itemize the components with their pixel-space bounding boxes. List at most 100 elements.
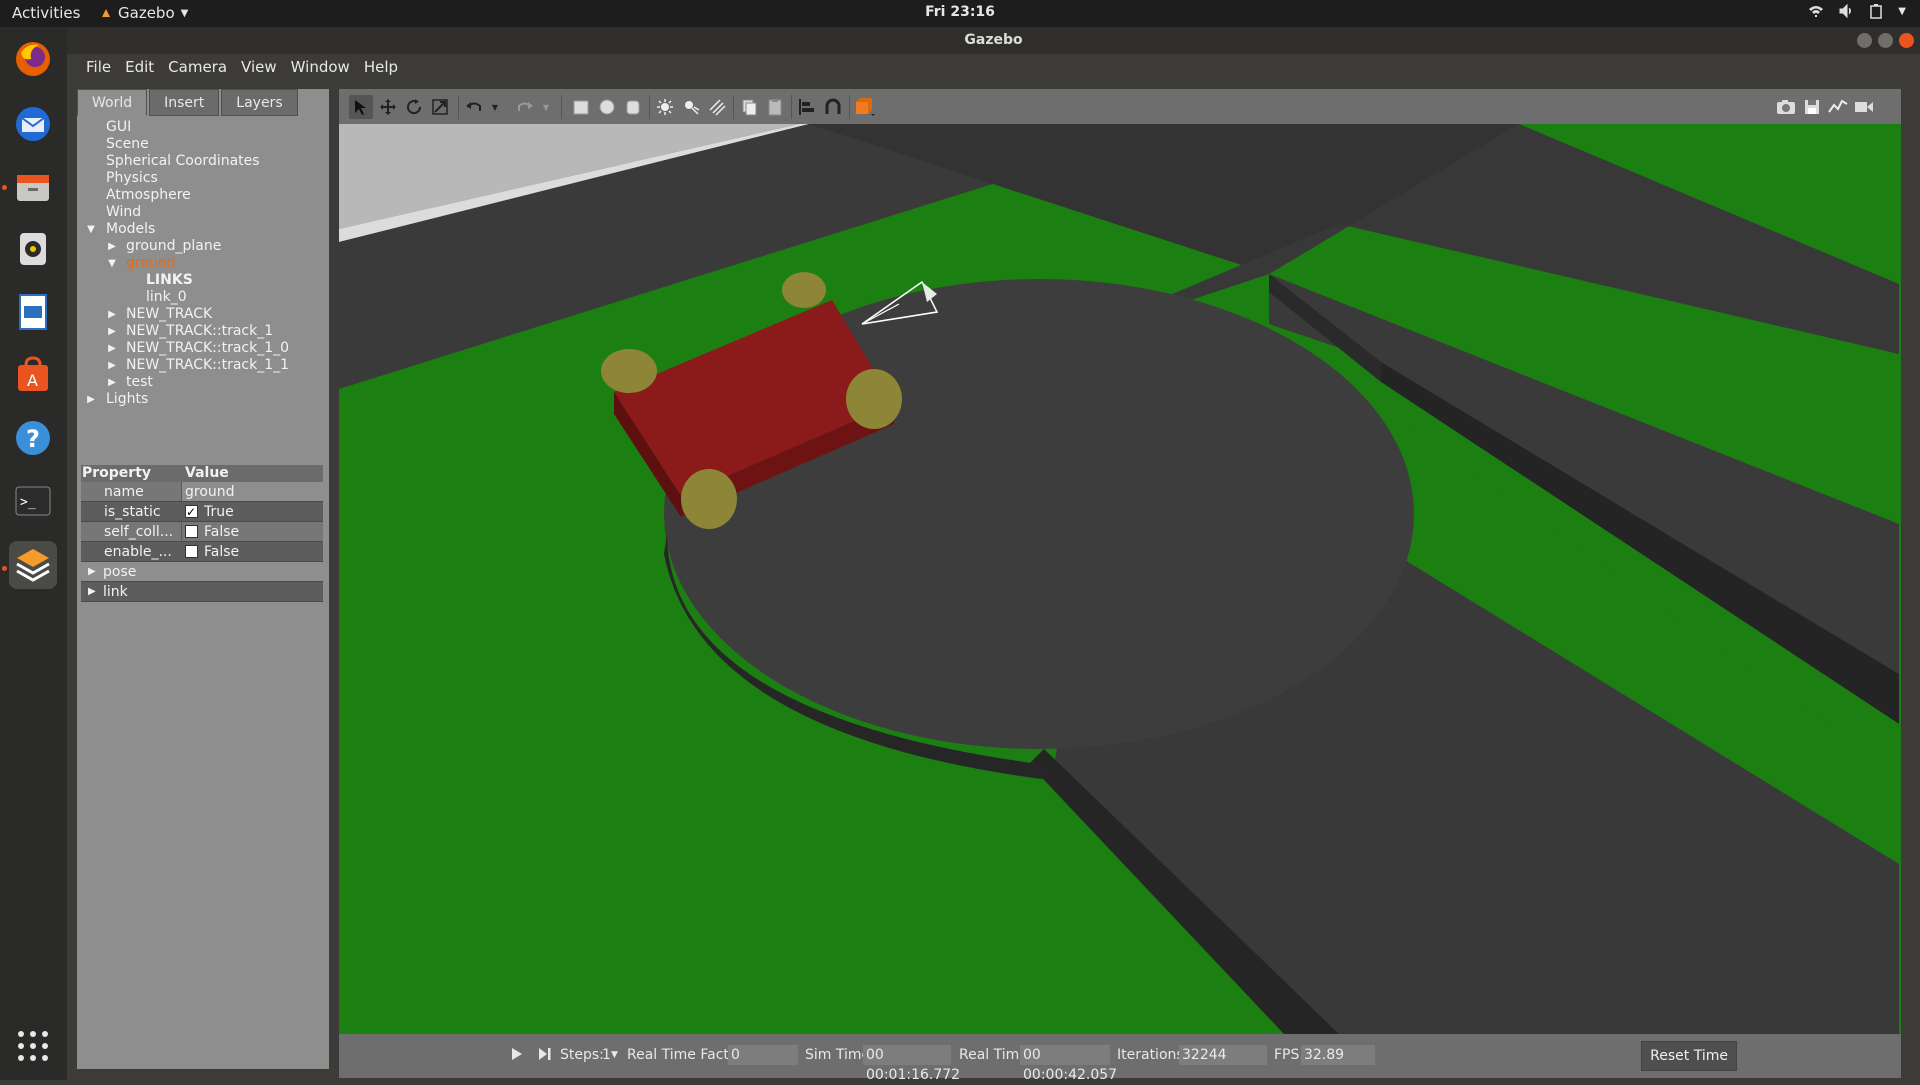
menu-edit[interactable]: Edit bbox=[118, 54, 161, 80]
translate-mode-icon[interactable] bbox=[376, 95, 400, 119]
collapse-arrow-icon[interactable]: ▶ bbox=[107, 238, 117, 255]
help-icon[interactable]: ? bbox=[9, 414, 57, 462]
tree-item-track-1-0[interactable]: ▶ NEW_TRACK::track_1_0 bbox=[77, 340, 329, 357]
tree-item-track-1-1[interactable]: ▶ NEW_TRACK::track_1_1 bbox=[77, 357, 329, 374]
rhythmbox-icon[interactable] bbox=[9, 225, 57, 273]
play-button[interactable] bbox=[511, 1047, 523, 1065]
screenshot-icon[interactable] bbox=[1774, 95, 1798, 119]
record-video-icon[interactable] bbox=[1852, 95, 1876, 119]
box-shape-icon[interactable] bbox=[569, 95, 593, 119]
paste-icon[interactable] bbox=[763, 95, 787, 119]
plot-icon[interactable] bbox=[1826, 95, 1850, 119]
enable-wind-checkbox[interactable] bbox=[185, 545, 198, 558]
title-bar[interactable]: Gazebo bbox=[67, 27, 1920, 54]
show-applications-icon[interactable] bbox=[9, 1022, 57, 1070]
iterations-value: 32244 bbox=[1179, 1045, 1267, 1065]
property-group-link[interactable]: ▶ link bbox=[81, 582, 323, 602]
menu-camera[interactable]: Camera bbox=[161, 54, 234, 80]
maximize-button[interactable] bbox=[1878, 33, 1893, 48]
menu-window[interactable]: Window bbox=[284, 54, 357, 80]
undo-history-chevron-icon[interactable]: ▼ bbox=[488, 95, 502, 119]
is-static-checkbox[interactable] bbox=[185, 502, 198, 522]
redo-history-chevron-icon[interactable]: ▼ bbox=[539, 95, 553, 119]
clock[interactable]: Fri 23:16 bbox=[0, 4, 1920, 20]
steps-value[interactable]: 1 bbox=[602, 1047, 611, 1063]
property-name: name bbox=[81, 482, 181, 501]
files-icon[interactable] bbox=[9, 163, 57, 211]
collapse-arrow-icon[interactable]: ▶ bbox=[107, 340, 117, 357]
snap-icon[interactable] bbox=[821, 95, 845, 119]
sphere-shape-icon[interactable] bbox=[595, 95, 619, 119]
steps-chevron-icon[interactable]: ▼ bbox=[611, 1050, 618, 1060]
scale-mode-icon[interactable] bbox=[428, 95, 452, 119]
minimize-button[interactable] bbox=[1857, 33, 1872, 48]
tree-item-spherical-coordinates[interactable]: Spherical Coordinates bbox=[77, 153, 329, 170]
step-button[interactable] bbox=[538, 1047, 552, 1065]
tab-world[interactable]: World bbox=[77, 89, 148, 116]
view-angle-icon[interactable] bbox=[853, 95, 877, 119]
collapse-arrow-icon[interactable]: ▶ bbox=[88, 562, 96, 582]
collapse-arrow-icon[interactable]: ▶ bbox=[107, 306, 117, 323]
tree-item-track-1[interactable]: ▶ NEW_TRACK::track_1 bbox=[77, 323, 329, 340]
property-group-pose[interactable]: ▶ pose bbox=[81, 562, 323, 582]
tree-item-new-track[interactable]: ▶ NEW_TRACK bbox=[77, 306, 329, 323]
firefox-icon[interactable] bbox=[9, 35, 57, 83]
spot-light-icon[interactable] bbox=[679, 95, 703, 119]
terminal-icon[interactable]: >_ bbox=[9, 477, 57, 525]
undo-icon[interactable] bbox=[462, 95, 486, 119]
tree-item-models[interactable]: ▼ Models bbox=[77, 221, 329, 238]
scene-render bbox=[339, 124, 1901, 1034]
collapse-arrow-icon[interactable]: ▶ bbox=[107, 374, 117, 391]
play-icon bbox=[512, 1048, 522, 1060]
property-column-header: Property bbox=[82, 465, 152, 481]
writer-icon[interactable] bbox=[9, 288, 57, 336]
tree-item-test[interactable]: ▶ test bbox=[77, 374, 329, 391]
point-light-icon[interactable] bbox=[653, 95, 677, 119]
tree-item-link-0[interactable]: link_0 bbox=[77, 289, 329, 306]
expand-arrow-icon[interactable]: ▼ bbox=[107, 255, 117, 272]
property-value: False bbox=[204, 523, 240, 540]
expand-arrow-icon[interactable]: ▼ bbox=[86, 221, 96, 238]
gazebo-window: Gazebo File Edit Camera View Window Help… bbox=[67, 27, 1920, 1083]
directional-light-icon[interactable] bbox=[705, 95, 729, 119]
value-column-header: Value bbox=[185, 465, 229, 481]
tree-item-lights[interactable]: ▶ Lights bbox=[77, 391, 329, 408]
log-data-icon[interactable] bbox=[1800, 95, 1824, 119]
tab-layers[interactable]: Layers bbox=[221, 89, 298, 116]
tree-item-ground-plane[interactable]: ▶ ground_plane bbox=[77, 238, 329, 255]
collapse-arrow-icon[interactable]: ▶ bbox=[88, 582, 96, 602]
software-center-icon[interactable]: A bbox=[9, 351, 57, 399]
collapse-arrow-icon[interactable]: ▶ bbox=[86, 391, 96, 408]
cylinder-shape-icon[interactable] bbox=[621, 95, 645, 119]
tree-item-atmosphere[interactable]: Atmosphere bbox=[77, 187, 329, 204]
reset-time-button[interactable]: Reset Time bbox=[1641, 1041, 1737, 1071]
system-tray[interactable]: ▼ bbox=[1808, 3, 1906, 19]
scene-viewport[interactable] bbox=[339, 124, 1901, 1034]
menu-view[interactable]: View bbox=[234, 54, 284, 80]
menu-help[interactable]: Help bbox=[357, 54, 405, 80]
align-icon[interactable] bbox=[795, 95, 819, 119]
select-mode-icon[interactable] bbox=[349, 95, 373, 119]
rtf-value: 0 bbox=[728, 1045, 798, 1065]
tree-item-wind[interactable]: Wind bbox=[77, 204, 329, 221]
thunderbird-icon[interactable] bbox=[9, 100, 57, 148]
sim-time-value: 00 00:01:16.772 bbox=[863, 1045, 960, 1083]
tree-item-gui[interactable]: GUI bbox=[77, 119, 329, 136]
redo-icon[interactable] bbox=[513, 95, 537, 119]
tab-insert[interactable]: Insert bbox=[149, 89, 220, 116]
self-collide-checkbox[interactable] bbox=[185, 525, 198, 538]
close-button[interactable] bbox=[1899, 33, 1914, 48]
menu-file[interactable]: File bbox=[79, 54, 118, 80]
property-panel: Property Value name ground is_static Tru… bbox=[81, 465, 323, 602]
collapse-arrow-icon[interactable]: ▶ bbox=[107, 357, 117, 374]
collapse-arrow-icon[interactable]: ▶ bbox=[107, 323, 117, 340]
tree-item-scene[interactable]: Scene bbox=[77, 136, 329, 153]
tree-item-links: LINKS bbox=[146, 272, 193, 288]
copy-icon[interactable] bbox=[737, 95, 761, 119]
property-row-is-static: is_static True bbox=[81, 502, 323, 522]
property-header: Property Value bbox=[81, 465, 323, 482]
tree-item-ground[interactable]: ▼ ground bbox=[77, 255, 329, 272]
gazebo-app-icon[interactable] bbox=[9, 541, 57, 589]
tree-item-physics[interactable]: Physics bbox=[77, 170, 329, 187]
rotate-mode-icon[interactable] bbox=[402, 95, 426, 119]
